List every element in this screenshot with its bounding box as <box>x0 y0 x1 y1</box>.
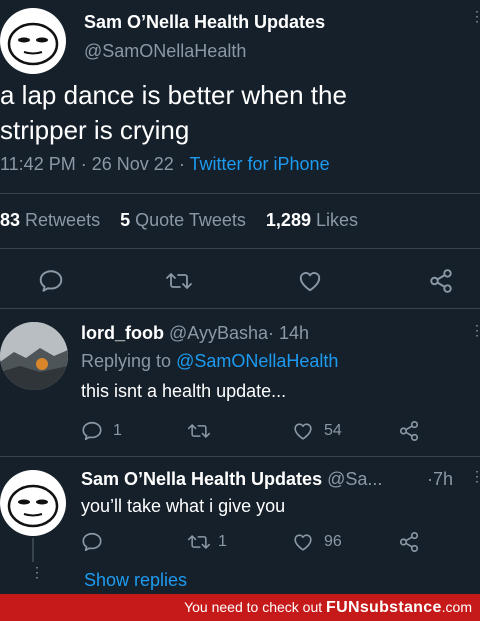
quote-tweets-stat[interactable]: 5 Quote Tweets <box>120 210 251 230</box>
reply1-separator: · <box>268 323 275 343</box>
tweet-text: a lap dance is better when the stripper … <box>0 78 347 148</box>
reply1-handle[interactable]: @AyyBasha <box>169 323 268 343</box>
reply1-author[interactable]: lord_foob <box>81 323 164 343</box>
stick-face-avatar-icon <box>1 9 65 73</box>
author-avatar[interactable] <box>0 8 66 74</box>
banner-prefix: You need to check out <box>184 599 323 615</box>
retweets-stat[interactable]: 83 Retweets <box>0 210 105 230</box>
reply1-like-count: 54 <box>324 422 342 439</box>
reply2-like-icon[interactable] <box>292 531 314 553</box>
reply2-reply-icon[interactable] <box>81 531 103 553</box>
author-handle[interactable]: @SamONellaHealth <box>84 41 246 62</box>
likes-label: Likes <box>315 210 359 230</box>
retweets-label: Retweets <box>25 210 101 230</box>
reply2-more-icon[interactable]: ⋮ <box>470 469 480 483</box>
quotes-count: 5 <box>120 210 131 230</box>
banner-brand[interactable]: FUNsubstance <box>326 599 442 616</box>
reply2-timestamp: ·7h <box>427 469 453 490</box>
stats-top-divider <box>0 193 480 194</box>
quotes-label: Quote Tweets <box>135 210 246 230</box>
reply1-header: lord_foob @AyyBasha· 14h <box>81 323 309 344</box>
reply2-retweet-icon[interactable] <box>187 531 211 553</box>
stats-bottom-divider <box>0 248 480 249</box>
reply-icon[interactable] <box>38 268 64 294</box>
reply1-avatar[interactable] <box>0 322 68 390</box>
banner-text: You need to check out FUNsubstance.com <box>184 599 472 617</box>
author-name[interactable]: Sam O’Nella Health Updates <box>84 12 325 33</box>
retweet-icon[interactable] <box>165 268 193 294</box>
reply2-retweet-count: 1 <box>218 533 227 550</box>
likes-stat[interactable]: 1,289 Likes <box>266 210 358 230</box>
retweets-count: 83 <box>0 210 21 230</box>
more-options-icon[interactable]: ⋮ <box>470 9 480 23</box>
reply2-header: Sam O’Nella Health Updates @Sa... <box>81 469 382 490</box>
thread-line <box>32 538 34 562</box>
tweet-meta: 11:42 PM · 26 Nov 22 · Twitter for iPhon… <box>0 154 330 175</box>
reply1-text: this isnt a health update... <box>81 381 287 401</box>
likes-count: 1,289 <box>265 210 311 230</box>
reply2-avatar[interactable] <box>0 470 66 536</box>
show-replies-link[interactable]: Show replies <box>84 570 187 591</box>
banner-suffix: .com <box>441 599 472 615</box>
thread-dots: ⋮ <box>30 564 44 580</box>
tweet-date[interactable]: 26 Nov 22 <box>92 154 174 174</box>
tweet-stats: 83 Retweets 5 Quote Tweets 1,289 Likes <box>0 210 358 231</box>
tweet-time[interactable]: 11:42 PM <box>0 154 76 174</box>
reply2-share-icon[interactable] <box>398 531 420 553</box>
replying-to-handle[interactable]: @SamONellaHealth <box>176 351 338 371</box>
reply1-more-icon[interactable]: ⋮ <box>470 323 480 337</box>
reply1-share-icon[interactable] <box>398 420 420 442</box>
share-icon[interactable] <box>428 268 454 294</box>
meta-separator: · <box>178 154 185 174</box>
reply1-retweet-icon[interactable] <box>187 420 211 442</box>
reply2-handle[interactable]: @Sa... <box>327 469 382 489</box>
tweet-text-line2: stripper is crying <box>0 115 190 145</box>
reply2-author[interactable]: Sam O’Nella Health Updates <box>81 469 322 489</box>
tweet-client[interactable]: Twitter for iPhone <box>190 154 330 174</box>
landscape-photo-avatar-icon <box>0 322 68 390</box>
reply2-time[interactable]: 7h <box>433 469 453 489</box>
reply1-reply-icon[interactable] <box>81 420 103 442</box>
tweet-text-line1: a lap dance is better when the <box>0 80 347 110</box>
meta-separator: · <box>80 154 87 174</box>
reply1-like-icon[interactable] <box>292 420 314 442</box>
reply1-reply-count: 1 <box>113 422 122 439</box>
reply1-replying-to: Replying to @SamONellaHealth <box>81 351 338 372</box>
actions-bottom-divider <box>0 308 480 309</box>
reply2-text: you’ll take what i give you <box>81 496 286 516</box>
reply1-bottom-divider <box>0 456 480 457</box>
reply2-like-count: 96 <box>324 533 342 550</box>
like-icon[interactable] <box>297 268 323 294</box>
reply1-time[interactable]: 14h <box>279 323 309 343</box>
stick-face-avatar-icon <box>1 471 65 535</box>
replying-to-prefix: Replying to <box>81 351 172 371</box>
watermark-banner: You need to check out FUNsubstance.com <box>0 594 480 621</box>
